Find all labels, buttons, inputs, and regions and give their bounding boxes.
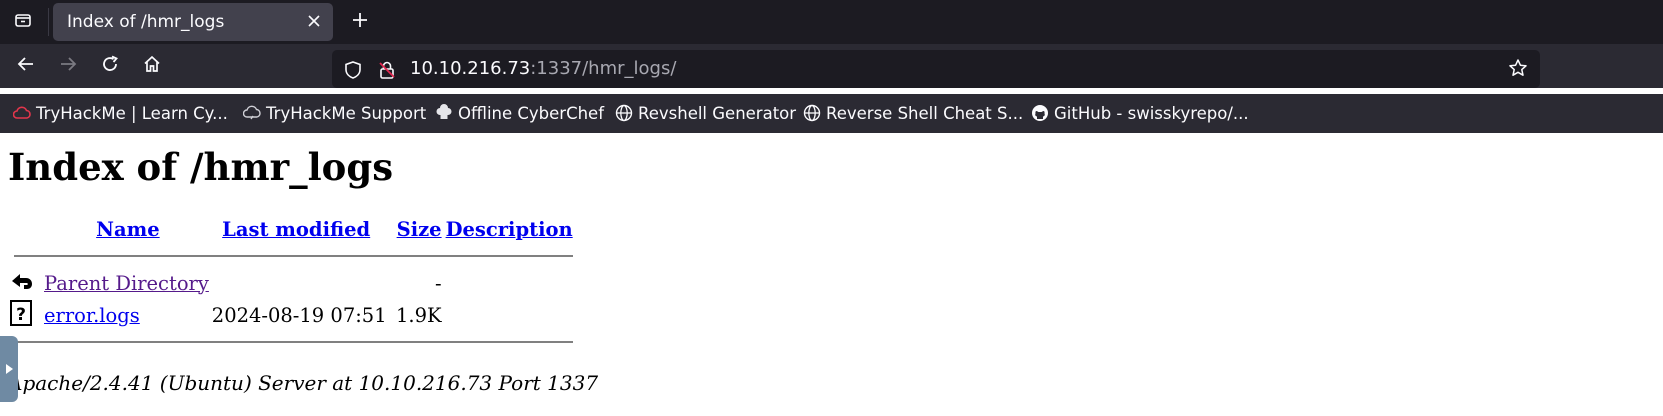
sort-by-modified-link[interactable]: Last modified [222, 218, 370, 241]
back-arrow-icon [16, 54, 36, 78]
support-cloud-icon [242, 103, 262, 123]
bookmarks-toolbar: TryHackMe | Learn Cy... TryHackMe Suppor… [0, 94, 1663, 133]
back-button[interactable] [10, 50, 42, 82]
home-button[interactable] [136, 50, 168, 82]
chef-hat-icon [434, 103, 454, 123]
url-text[interactable]: 10.10.216.73:1337/hmr_logs/ [410, 58, 676, 79]
tab-bar: Index of /hmr_logs [0, 0, 1663, 44]
close-icon [307, 13, 321, 32]
tab-list-icon [13, 10, 33, 34]
bookmark-offline-cyberchef[interactable]: Offline CyberChef [434, 100, 604, 126]
modified-cell: 2024-08-19 07:51 [211, 303, 387, 327]
bookmark-star-button[interactable] [1506, 58, 1530, 82]
sort-by-size-link[interactable]: Size [397, 218, 442, 241]
bookmark-label: TryHackMe | Learn Cy... [36, 103, 228, 123]
sort-by-description-link[interactable]: Description [446, 218, 573, 241]
tab-separator [48, 8, 49, 36]
bookmark-github-swisskyrepo[interactable]: GitHub - swisskyrepo/... [1030, 100, 1249, 126]
tab-close-button[interactable] [303, 11, 325, 33]
error-logs-link[interactable]: error.logs [44, 304, 140, 327]
bookmark-label: Reverse Shell Cheat S... [826, 103, 1024, 123]
shield-icon[interactable] [342, 59, 364, 81]
tab-title: Index of /hmr_logs [67, 12, 225, 32]
bookmark-reverse-shell-cheat-sheet[interactable]: Reverse Shell Cheat S... [802, 100, 1023, 126]
parent-directory-link[interactable]: Parent Directory [44, 272, 209, 295]
reload-button[interactable] [94, 50, 126, 82]
bookmark-tryhackme[interactable]: TryHackMe | Learn Cy... [12, 100, 228, 126]
new-tab-button[interactable] [344, 6, 376, 38]
table-row: Parent Directory - [8, 267, 575, 299]
table-header-row: Name Last modified Size Description [8, 213, 575, 245]
globe-icon [614, 103, 634, 123]
bookmark-label: GitHub - swisskyrepo/... [1054, 103, 1249, 123]
github-icon [1030, 103, 1050, 123]
server-signature: Apache/2.4.41 (Ubuntu) Server at 10.10.2… [8, 371, 599, 395]
forward-button[interactable] [52, 50, 84, 82]
bookmark-label: Offline CyberChef [458, 103, 605, 123]
svg-text:?: ? [16, 305, 26, 325]
sidebar-toggle-handle[interactable] [0, 336, 18, 402]
tab-list-button[interactable] [6, 6, 40, 38]
home-icon [142, 54, 162, 78]
unknown-file-icon: ? [10, 299, 32, 331]
size-cell: 1.9K [396, 303, 442, 327]
page-title: Index of /hmr_logs [8, 145, 394, 189]
table-row: ? error.logs 2024-08-19 07:51 1.9K [8, 299, 575, 331]
globe-icon [802, 103, 822, 123]
url-path: :1337/hmr_logs/ [530, 58, 677, 79]
nav-bar: 10.10.216.73:1337/hmr_logs/ [0, 44, 1663, 88]
star-icon [1508, 58, 1528, 82]
plus-icon [351, 11, 369, 33]
tab-active[interactable]: Index of /hmr_logs [53, 3, 333, 41]
page-content: Index of /hmr_logs Name Last modified Si… [0, 133, 1663, 416]
forward-arrow-icon [58, 54, 78, 78]
bookmark-tryhackme-support[interactable]: TryHackMe Support [242, 100, 426, 126]
insecure-lock-icon[interactable] [376, 59, 398, 81]
bookmark-label: TryHackMe Support [266, 103, 427, 123]
back-arrow-icon [10, 273, 34, 297]
url-bar[interactable]: 10.10.216.73:1337/hmr_logs/ [332, 50, 1540, 88]
url-host: 10.10.216.73 [410, 58, 531, 79]
sort-by-name-link[interactable]: Name [96, 218, 160, 241]
size-cell: - [435, 271, 442, 295]
description-cell [444, 299, 575, 331]
reload-icon [100, 54, 120, 78]
divider [14, 341, 573, 343]
divider [14, 255, 573, 257]
play-icon [4, 360, 14, 379]
tryhackme-icon [12, 103, 32, 123]
bookmark-revshell-generator[interactable]: Revshell Generator [614, 100, 796, 126]
bookmark-label: Revshell Generator [638, 103, 797, 123]
description-cell [444, 267, 575, 299]
directory-listing: Name Last modified Size Description Pare… [8, 213, 575, 353]
